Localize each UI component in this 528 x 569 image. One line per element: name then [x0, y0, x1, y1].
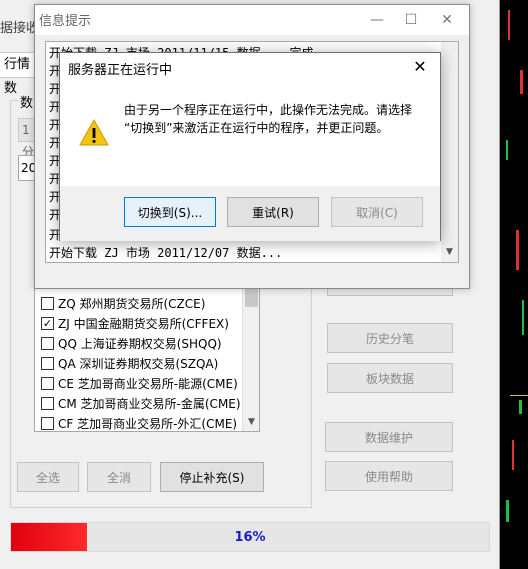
server-dialog-title: 服务器正在运行中: [68, 63, 173, 78]
cancel-button[interactable]: 取消(C): [331, 197, 423, 227]
stop-fill-button[interactable]: 停止补充(S): [160, 462, 264, 492]
market-label: QQ 上海证券期权交易(SHQQ): [58, 336, 222, 351]
scroll-down-icon[interactable]: ▼: [441, 244, 458, 260]
warning-icon: [79, 118, 109, 146]
market-label: ZQ 郑州期货交易所(CZCE): [58, 296, 206, 311]
list-item[interactable]: QQ 上海证券期权交易(SHQQ): [41, 333, 222, 353]
log-scrollbar[interactable]: ▼: [441, 42, 458, 262]
scroll-down-icon[interactable]: ▼: [243, 414, 259, 431]
list-item[interactable]: ZQ 郑州期货交易所(CZCE): [41, 293, 205, 313]
sector-data-button[interactable]: 板块数据: [327, 363, 453, 393]
market-label: CM 芝加哥商业交易所-金属(CME): [58, 396, 241, 411]
chart-mark: [506, 500, 509, 522]
server-dialog-body: 由于另一个程序正在运行中，此操作无法完成。请选择 “切换到”来激活正在运行中的程…: [60, 81, 440, 186]
server-dialog-message: 由于另一个程序正在运行中，此操作无法完成。请选择 “切换到”来激活正在运行中的程…: [124, 101, 424, 137]
progress-bar: 16%: [10, 522, 490, 552]
data-maintenance-button[interactable]: 数据维护: [325, 422, 453, 452]
scrollbar-thumb[interactable]: [245, 287, 258, 307]
checkbox-icon[interactable]: [41, 416, 54, 430]
history-tick-button[interactable]: 历史分笔: [327, 323, 453, 353]
chart-mark: [519, 400, 522, 414]
market-label: CE 芝加哥商业交易所-能源(CME): [58, 376, 238, 391]
chart-mark: [512, 440, 514, 470]
log-line: 开始下载 ZJ 市场 2011/12/07 数据...: [49, 246, 283, 260]
checkbox-icon[interactable]: [41, 376, 54, 390]
chart-mark: [506, 140, 508, 160]
list-item[interactable]: ✓ ZJ 中国金融期货交易所(CFFEX): [41, 313, 229, 333]
list-item[interactable]: CF 芝加哥商业交易所-外汇(CME): [41, 413, 238, 431]
checkbox-icon[interactable]: ✓: [41, 316, 54, 330]
server-dialog-footer: 切换到(S)... 重试(R) 取消(C): [60, 186, 440, 241]
maximize-icon[interactable]: ☐: [399, 8, 423, 32]
chart-mark: [516, 230, 519, 270]
chart-mark: [508, 10, 510, 40]
clear-all-button[interactable]: 全消: [87, 462, 151, 492]
help-button[interactable]: 使用帮助: [325, 461, 453, 491]
market-label: CF 芝加哥商业交易所-外汇(CME): [58, 416, 238, 431]
background-chart-strip: [500, 0, 528, 569]
server-dialog-titlebar: 服务器正在运行中 ✕: [60, 53, 440, 81]
message-line: 由于另一个程序正在运行中，此操作无法完成。请选择: [124, 103, 413, 117]
progress-text: 16%: [234, 529, 266, 545]
checkbox-icon[interactable]: [41, 396, 54, 410]
switch-to-button[interactable]: 切换到(S)...: [124, 197, 216, 227]
checkbox-icon[interactable]: [41, 296, 54, 310]
chart-mark: [522, 300, 524, 335]
close-icon[interactable]: ✕: [408, 55, 432, 79]
close-icon[interactable]: ✕: [435, 8, 459, 32]
server-running-dialog: 服务器正在运行中 ✕ 由于另一个程序正在运行中，此操作无法完成。请选择 “切换到…: [59, 52, 441, 241]
minimize-icon[interactable]: —: [365, 8, 389, 32]
group-label: 数: [18, 92, 36, 111]
info-dialog-title: 信息提示: [39, 14, 92, 29]
chart-mark: [510, 395, 528, 396]
message-line: “切换到”来激活正在运行中的程序，并更正问题。: [124, 121, 389, 135]
list-item[interactable]: CM 芝加哥商业交易所-金属(CME): [41, 393, 241, 413]
checkbox-icon[interactable]: [41, 356, 54, 370]
retry-button[interactable]: 重试(R): [227, 197, 319, 227]
select-all-button[interactable]: 全选: [17, 462, 79, 492]
chart-mark: [520, 70, 523, 94]
market-label: ZJ 中国金融期货交易所(CFFEX): [58, 316, 229, 331]
list-item[interactable]: CE 芝加哥商业交易所-能源(CME): [41, 373, 238, 393]
info-titlebar: 信息提示 — ☐ ✕: [35, 5, 469, 35]
list-item[interactable]: QA 深圳证券期权交易(SZQA): [41, 353, 218, 373]
checkbox-icon[interactable]: [41, 336, 54, 350]
market-label: QA 深圳证券期权交易(SZQA): [58, 356, 219, 371]
